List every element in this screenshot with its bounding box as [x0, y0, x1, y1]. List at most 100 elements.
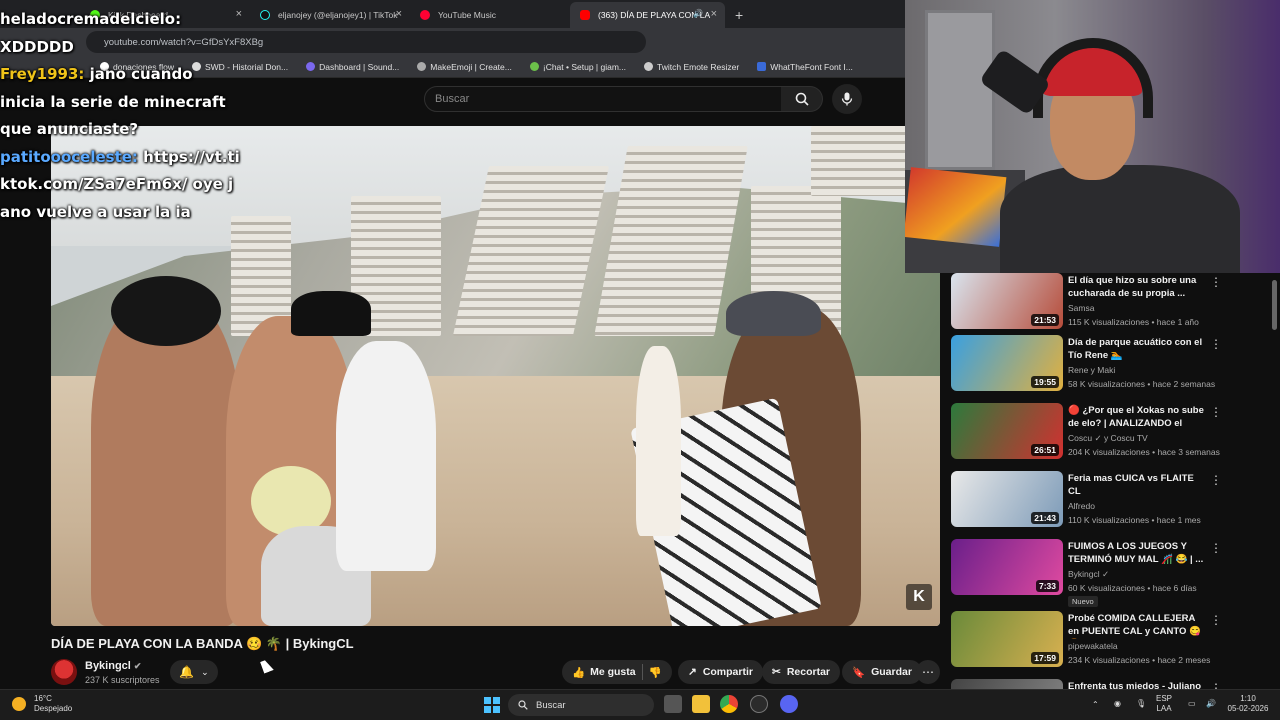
kebab-menu-icon[interactable]: ⋮: [1210, 405, 1222, 419]
youtube-music-icon: [420, 10, 430, 20]
bookmark-item[interactable]: Dashboard | Sound...: [306, 62, 399, 72]
more-actions-button[interactable]: ⋯: [916, 660, 940, 684]
kebab-menu-icon[interactable]: ⋮: [1210, 613, 1222, 627]
save-button[interactable]: 🔖 Guardar: [842, 660, 922, 684]
subscriber-count: 237 K suscriptores: [85, 675, 160, 685]
video-duration: 7:33: [1035, 580, 1059, 592]
recommendation-channel[interactable]: Bykingcl ✓: [1068, 569, 1109, 580]
windows-taskbar: 16°C Despejado Buscar ⌃ ◉ 🎙 ESP LAA ▭ 🔊 1:…: [0, 689, 1280, 720]
clock[interactable]: 1:10 05-02-2026: [1222, 694, 1274, 714]
like-button[interactable]: 👍 Me gusta: [572, 666, 636, 679]
streamer-webcam: [905, 0, 1280, 273]
kebab-menu-icon[interactable]: ⋮: [1210, 473, 1222, 487]
recommendation-item[interactable]: Enfrenta tus miedos - Juliano ⋮: [951, 679, 1231, 689]
bookmark-item[interactable]: WhatTheFont Font I...: [757, 62, 853, 72]
sidebar-scrollbar[interactable]: [1272, 280, 1277, 330]
recommendation-thumbnail[interactable]: 19:55: [951, 335, 1063, 391]
speaker-icon[interactable]: 🔊: [693, 9, 703, 18]
bookmark-item[interactable]: MakeEmoji | Create...: [417, 62, 512, 72]
recommendation-thumbnail[interactable]: [951, 679, 1063, 689]
thumbs-up-icon: 👍: [572, 666, 586, 679]
kebab-menu-icon[interactable]: ⋮: [1210, 337, 1222, 351]
webcam-toy-box: [905, 167, 1007, 247]
bell-icon: 🔔: [179, 665, 195, 679]
video-vendor-hat: [726, 291, 821, 336]
clip-button[interactable]: ✂ Recortar: [762, 660, 840, 684]
recommendation-item[interactable]: 21:43 Feria mas CUICA vs FLAITE CL Alfredo…: [951, 471, 1231, 533]
windows-start-icon[interactable]: [484, 697, 500, 713]
tab-youtube-music[interactable]: YouTube Music: [410, 2, 570, 28]
recommendation-thumbnail[interactable]: 17:59: [951, 611, 1063, 667]
recommendation-channel[interactable]: Rene y Maki: [1068, 365, 1115, 375]
recommendation-title[interactable]: Feria mas CUICA vs FLAITE CL: [1068, 472, 1208, 498]
recommendation-item[interactable]: 21:53 El día que hizo su sobre una cuchar…: [951, 273, 1231, 335]
tab-tiktok[interactable]: eljanojey (@eljanojey1) | TikTok ×: [250, 2, 410, 28]
video-person: [336, 341, 436, 571]
voice-search-button[interactable]: [832, 84, 862, 114]
youtube-icon: [580, 10, 590, 20]
video-duration: 21:53: [1031, 314, 1059, 326]
weather-sun-icon: [12, 697, 26, 711]
kebab-menu-icon[interactable]: ⋮: [1210, 541, 1222, 555]
bookmark-item[interactable]: ¡Chat • Setup | giam...: [529, 62, 626, 72]
recommendation-thumbnail[interactable]: 26:51: [951, 403, 1063, 459]
tab-active-video[interactable]: (363) DÍA DE PLAYA CON LA 🔊 ×: [570, 2, 725, 28]
chat-message: Frey1993: jano cuando inicia la serie de…: [0, 61, 240, 144]
recommendation-channel[interactable]: pipewakatela: [1068, 641, 1118, 651]
file-explorer-icon[interactable]: [692, 695, 710, 713]
kebab-menu-icon[interactable]: ⋮: [1210, 681, 1222, 689]
recommendation-title[interactable]: Probé COMIDA CALLEJERA en PUENTE CAL y C…: [1068, 612, 1208, 639]
video-duration: 17:59: [1031, 652, 1059, 664]
recommendation-item[interactable]: 26:51 🔴 ¿Por que el Xokas no sube de elo?…: [951, 403, 1231, 465]
close-icon[interactable]: ×: [396, 8, 402, 20]
bookmark-icon: [644, 62, 653, 71]
kebab-menu-icon[interactable]: ⋮: [1210, 275, 1222, 289]
recommendation-thumbnail[interactable]: 21:43: [951, 471, 1063, 527]
recommendation-title[interactable]: 🔴 ¿Por que el Xokas no sube de elo? | AN…: [1068, 404, 1208, 431]
recommendation-channel[interactable]: Alfredo: [1068, 501, 1095, 511]
recommendation-title[interactable]: FUIMOS A LOS JUEGOS Y TERMINÓ MUY MAL 🎢 …: [1068, 540, 1208, 566]
tray-display-icon[interactable]: ▭: [1188, 699, 1196, 709]
recommendation-channel[interactable]: Coscu ✓ y Coscu TV: [1068, 433, 1148, 444]
close-icon[interactable]: ×: [711, 8, 717, 20]
recommendation-item[interactable]: 19:55 Día de parque acuático con el Tío R…: [951, 335, 1231, 397]
share-button[interactable]: ↗ Compartir: [678, 660, 763, 684]
discord-icon[interactable]: [780, 695, 798, 713]
obs-icon[interactable]: [750, 695, 768, 713]
search-button[interactable]: [781, 86, 823, 112]
divider: [641, 664, 643, 680]
recommendation-title[interactable]: Enfrenta tus miedos - Juliano: [1068, 680, 1208, 689]
weather-widget[interactable]: 16°C Despejado: [12, 694, 72, 714]
recommendation-channel[interactable]: Samsa: [1068, 303, 1094, 313]
recommendation-item[interactable]: 7:33 FUIMOS A LOS JUEGOS Y TERMINÓ MUY MA…: [951, 539, 1231, 607]
search-icon: [795, 92, 809, 106]
tray-mic-icon[interactable]: 🎙: [1136, 699, 1146, 709]
recommendation-title[interactable]: Día de parque acuático con el Tío Rene 🏊: [1068, 336, 1208, 362]
new-badge: Nuevo: [1068, 596, 1098, 607]
recommendation-item[interactable]: 17:59 Probé COMIDA CALLEJERA en PUENTE CA…: [951, 611, 1231, 673]
bookmark-icon: 🔖: [852, 666, 866, 679]
video-duration: 26:51: [1031, 444, 1059, 456]
channel-name[interactable]: Bykingcl ✔: [85, 660, 141, 672]
bookmark-item[interactable]: Twitch Emote Resizer: [644, 62, 739, 72]
tray-volume-icon[interactable]: 🔊: [1206, 699, 1216, 709]
channel-avatar[interactable]: [51, 659, 77, 685]
language-indicator[interactable]: ESP LAA: [1156, 694, 1172, 714]
recommendation-thumbnail[interactable]: 7:33: [951, 539, 1063, 595]
chrome-icon[interactable]: [720, 695, 738, 713]
dislike-button[interactable]: 👎: [649, 666, 662, 679]
bookmark-icon: [417, 62, 427, 71]
tray-chevron-icon[interactable]: ⌃: [1092, 700, 1099, 710]
search-placeholder: Buscar: [435, 93, 470, 105]
recommendation-thumbnail[interactable]: 21:53: [951, 273, 1063, 329]
task-view-icon[interactable]: [664, 695, 682, 713]
microphone-icon: [841, 92, 853, 106]
notifications-button[interactable]: 🔔 ⌄: [170, 660, 218, 684]
taskbar-search[interactable]: Buscar: [508, 694, 654, 716]
tab-label: YouTube Music: [438, 10, 496, 20]
recommendation-title[interactable]: El día que hizo su sobre una cucharada d…: [1068, 274, 1208, 300]
tray-network-icon[interactable]: ◉: [1114, 699, 1121, 709]
new-tab-button[interactable]: +: [725, 7, 753, 28]
like-dislike-group: 👍 Me gusta 👎: [562, 660, 672, 684]
search-input[interactable]: Buscar: [424, 86, 782, 112]
